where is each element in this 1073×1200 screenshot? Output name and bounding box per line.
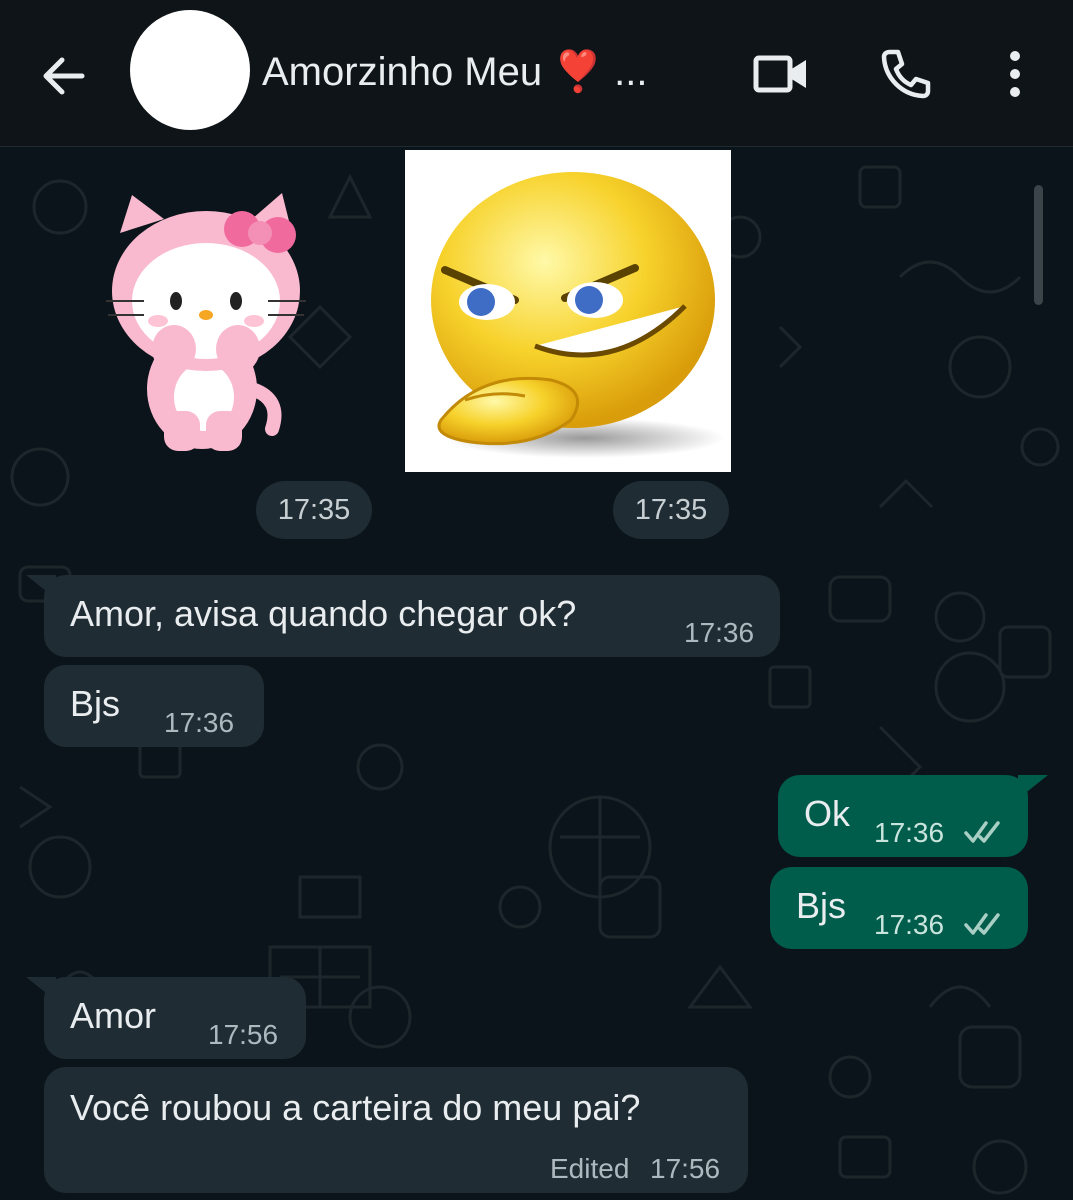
message-time: 17:56 [650,1153,721,1184]
message-bubble-incoming[interactable]: Bjs 17:36 [44,665,264,747]
message-time: 17:36 [164,707,235,738]
message-text: Amor [70,995,157,1036]
message-bubble-outgoing[interactable]: Ok 17:36 [778,775,1028,857]
sticker-time-2: 17:35 [613,481,729,539]
scrollbar[interactable] [1034,185,1043,305]
video-call-icon[interactable] [752,46,810,102]
avatar[interactable] [130,10,250,130]
message-bubble-incoming[interactable]: Amor 17:56 [44,977,306,1059]
message-bubble-outgoing[interactable]: Bjs 17:36 [770,867,1028,949]
message-text: Bjs [796,885,847,926]
smug-smiley-sticker[interactable] [405,150,731,472]
message-bubble-incoming[interactable]: Amor, avisa quando chegar ok? 17:36 [44,575,780,657]
message-time: 17:56 [208,1019,279,1050]
message-text: Amor, avisa quando chegar ok? [70,593,577,634]
message-time: 17:36 [874,817,945,848]
hello-kitty-sticker[interactable] [102,189,314,459]
chat-header: Amorzinho Meu ❣️ ... [0,0,1073,147]
double-check-icon [964,913,1000,935]
message-text: Ok [804,793,851,834]
chat-area[interactable]: 17:35 17:35 Amor, avisa quando chegar ok… [0,147,1073,1200]
contact-name[interactable]: Amorzinho Meu ❣️ ... [262,48,648,95]
message-time: 17:36 [874,909,945,940]
message-text: Bjs [70,683,121,724]
message-text: Você roubou a carteira do meu pai? [70,1087,641,1128]
phone-icon[interactable] [878,46,934,102]
more-vertical-icon[interactable] [1000,46,1030,102]
sticker-time-1: 17:35 [256,481,372,539]
message-bubble-incoming[interactable]: Você roubou a carteira do meu pai? Edite… [44,1067,748,1193]
edited-label: Edited [550,1153,630,1184]
arrow-left-icon[interactable] [36,48,92,104]
double-check-icon [964,821,1000,843]
message-time: 17:36 [684,617,755,648]
